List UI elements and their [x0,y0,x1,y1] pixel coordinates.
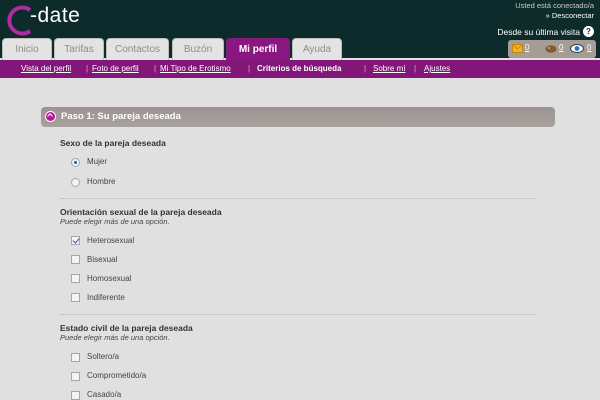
option-label: Homosexual [87,274,132,283]
help-icon[interactable]: ? [583,26,594,37]
subnav-criterios-busqueda[interactable]: Criterios de búsqueda [257,64,341,73]
option-label: Soltero/a [87,352,120,361]
option-label: Casado/a [87,390,122,399]
eye-icon[interactable] [570,44,584,53]
checkbox-soltero[interactable] [71,353,80,362]
connected-status: Usted está conectado/a [515,1,594,10]
radio-mujer[interactable] [71,158,80,167]
tab-buzon[interactable]: Buzón [172,38,224,60]
logout-link[interactable]: » Desconectar [546,11,594,20]
option-label: Indiferente [87,293,125,302]
subnav-tipo-erotismo[interactable]: Mi Tipo de Erotismo [160,64,231,73]
logo-text: -date [30,4,81,27]
envelope-icon[interactable] [512,44,523,53]
section-hint: Puede elegir más de una opción. [60,217,170,226]
option-label: Bisexual [87,255,118,264]
subnav-ajustes[interactable]: Ajustes [424,64,450,73]
checkbox-indiferente[interactable] [71,293,80,302]
messages-count[interactable]: 0 [525,43,529,52]
subnav-separator: | [364,64,367,73]
option-label: Mujer [87,157,108,166]
tab-tarifas[interactable]: Tarifas [54,38,104,60]
subnav-separator: | [248,64,251,73]
checkbox-homosexual[interactable] [71,274,80,283]
profile-subnav: Vista del perfil | Foto de perfil | Mi T… [0,60,600,78]
gifts-count[interactable]: 0 [559,43,563,52]
tab-contactos[interactable]: Contactos [106,38,169,60]
section-divider [60,314,536,315]
tab-inicio[interactable]: Inicio [2,38,52,60]
option-label: Comprometido/a [87,371,147,380]
checkbox-casado[interactable] [71,391,80,400]
notification-counters: 0 0 0 [508,40,596,58]
since-last-visit-label: Desde su última visita [497,27,580,37]
section-divider [60,198,536,199]
subnav-separator: | [154,64,157,73]
subnav-vista-perfil[interactable]: Vista del perfil [21,64,71,73]
views-count[interactable]: 0 [587,43,591,52]
radio-hombre[interactable] [71,178,80,187]
subnav-separator: | [414,64,417,73]
section-hint: Puede elegir más de una opción. [60,333,170,342]
gift-icon[interactable] [545,44,557,53]
tab-ayuda[interactable]: Ayuda [292,38,342,60]
subnav-separator: | [86,64,89,73]
section-title-orientation: Orientación sexual de la pareja deseada [60,207,222,217]
option-label: Heterosexual [87,236,135,245]
subnav-sobre-mi[interactable]: Sobre mí [373,64,405,73]
option-label: Hombre [87,177,116,186]
checkbox-comprometido[interactable] [71,372,80,381]
checkbox-bisexual[interactable] [71,255,80,264]
subnav-foto-perfil[interactable]: Foto de perfil [92,64,139,73]
step-header[interactable]: Paso 1: Su pareja deseada [41,107,555,127]
section-title-sex: Sexo de la pareja deseada [60,138,166,148]
step-title: Paso 1: Su pareja deseada [61,111,181,122]
section-title-civil: Estado civil de la pareja deseada [60,323,193,333]
checkbox-heterosexual[interactable] [71,236,80,245]
tab-mi-perfil[interactable]: Mi perfil [226,38,290,60]
collapse-icon[interactable] [45,111,56,122]
